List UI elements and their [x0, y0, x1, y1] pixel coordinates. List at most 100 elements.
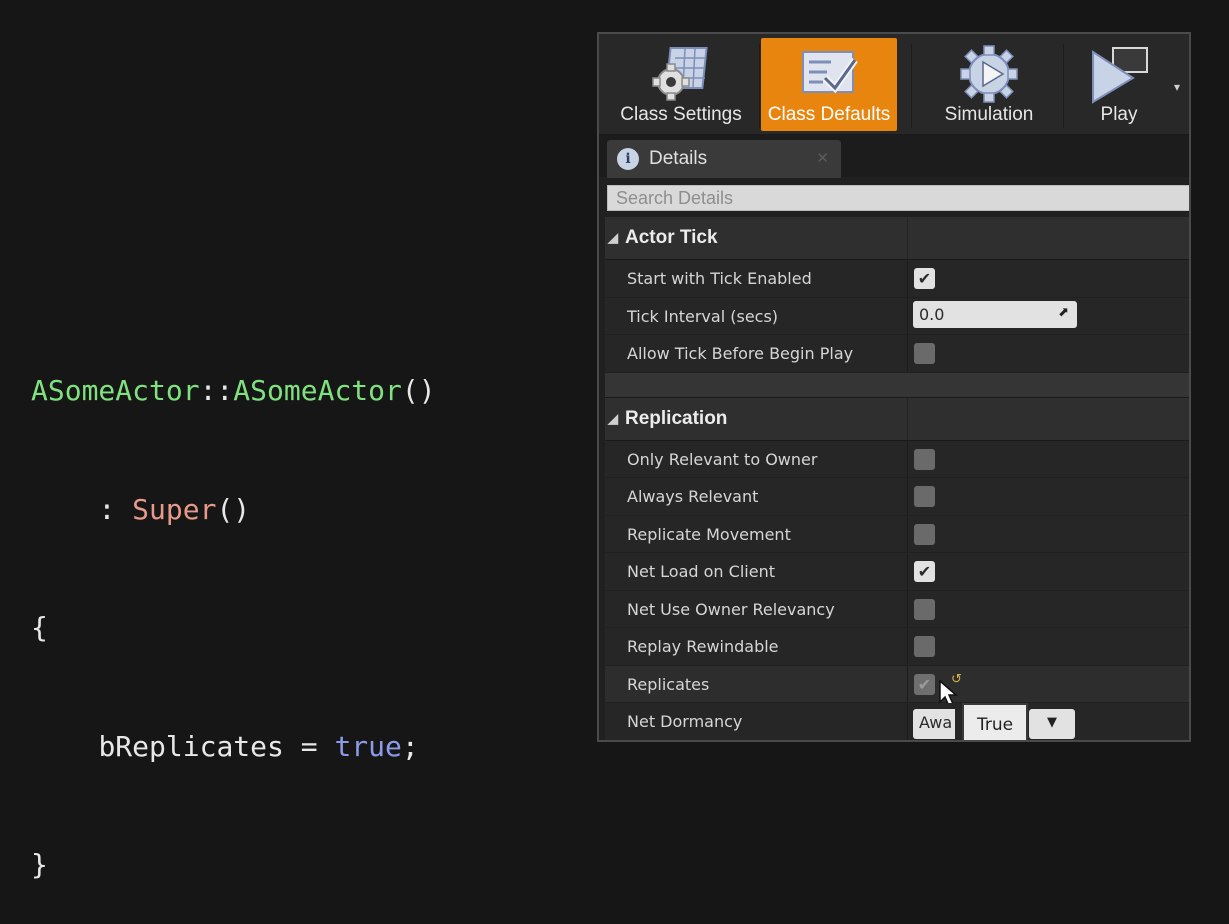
property-label: Net Use Owner Relevancy [627, 599, 835, 619]
play-label: Play [1100, 104, 1138, 125]
details-property-list: ◢ Actor Tick Start with Tick Enabled ✔ T… [605, 217, 1189, 740]
class-settings-label: Class Settings [620, 104, 742, 125]
allow-tick-before-begin-play-checkbox[interactable] [914, 343, 935, 364]
column-divider [907, 440, 908, 477]
property-row: Replicate Movement [605, 515, 1189, 553]
code-line-5: } [31, 848, 48, 881]
tick-interval-input[interactable]: 0.0 ⬈ [913, 300, 1077, 328]
code-parens: () [401, 374, 436, 407]
property-row: Replay Rewindable [605, 628, 1189, 666]
property-row: Only Relevant to Owner [605, 440, 1189, 478]
class-settings-button[interactable]: Class Settings [607, 38, 755, 131]
collapse-triangle-icon: ◢ [608, 410, 618, 426]
property-label: Net Load on Client [627, 562, 775, 581]
simulation-label: Simulation [944, 104, 1034, 125]
close-icon[interactable]: ✕ [816, 149, 829, 167]
replicates-checkbox[interactable]: ✔ [914, 673, 935, 695]
start-with-tick-enabled-checkbox[interactable]: ✔ [914, 268, 935, 289]
column-divider [907, 478, 908, 515]
property-row: Replicates ✔ ↺ [605, 665, 1189, 707]
property-row: Net Dormancy Awa ▼ True [605, 703, 1189, 740]
tab-details-label: Details [649, 148, 708, 169]
property-row: Net Use Owner Relevancy [605, 590, 1189, 628]
category-title: Actor Tick [625, 227, 718, 248]
category-actor-tick[interactable]: ◢ Actor Tick [605, 217, 1189, 260]
toolbar-separator [759, 44, 760, 128]
column-divider [907, 515, 908, 552]
play-options-dropdown-icon[interactable]: ▾ [1174, 80, 1180, 94]
class-defaults-icon [797, 44, 861, 110]
property-label: Net Dormancy [627, 712, 743, 731]
property-row: Start with Tick Enabled ✔ [605, 260, 1189, 298]
simulation-icon [957, 44, 1021, 110]
collapse-triangle-icon: ◢ [608, 230, 618, 245]
code-super: Super [132, 492, 217, 526]
toolbar: Class Settings Class Defaults Simulation… [599, 34, 1189, 135]
property-label: Replicates [627, 674, 710, 694]
code-line-4: bReplicates = true; [31, 727, 436, 767]
column-divider [907, 628, 908, 665]
always-relevant-checkbox[interactable] [914, 486, 935, 507]
column-divider [907, 297, 908, 334]
code-class-name: ASomeActor [31, 374, 200, 407]
drag-resize-icon: ⬈ [1058, 304, 1069, 320]
replay-rewindable-checkbox[interactable] [914, 636, 935, 657]
search-details-input[interactable]: Search Details [607, 185, 1189, 211]
code-parens: () [216, 492, 251, 526]
code-keyword-true: true [334, 729, 402, 763]
details-tab-bar: i Details ✕ [599, 135, 1189, 178]
property-label: Tick Interval (secs) [627, 306, 779, 326]
code-colon: : [98, 492, 133, 526]
column-divider [907, 335, 908, 372]
code-line-1: ASomeActor::ASomeActor() [31, 371, 436, 411]
class-settings-icon [649, 44, 713, 110]
property-row: Tick Interval (secs) 0.0 ⬈ [605, 297, 1189, 335]
tick-interval-value: 0.0 [919, 304, 945, 324]
code-snippet: ASomeActor::ASomeActor() : Super() { bRe… [31, 292, 436, 924]
net-dormancy-select[interactable]: Awa [913, 709, 955, 739]
property-label: Start with Tick Enabled [627, 269, 812, 288]
code-assignment: bReplicates = [98, 729, 335, 763]
column-divider [907, 590, 908, 627]
category-spacer [605, 372, 1189, 398]
column-divider [907, 397, 908, 440]
code-constructor-name: ASomeActor [233, 374, 402, 407]
category-replication[interactable]: ◢ Replication [605, 397, 1189, 441]
property-label: Always Relevant [627, 487, 759, 506]
column-divider [907, 217, 908, 259]
blueprint-editor-panel: Class Settings Class Defaults Simulation… [597, 32, 1191, 742]
code-line-3: { [31, 611, 48, 644]
property-row: Net Load on Client ✔ [605, 553, 1189, 591]
chevron-down-icon[interactable]: ▼ [1029, 709, 1075, 739]
play-icon [1087, 44, 1151, 110]
property-row: Allow Tick Before Begin Play [605, 335, 1189, 373]
property-label: Replay Rewindable [627, 637, 779, 656]
code-scope-operator: :: [199, 374, 234, 407]
column-divider [907, 260, 908, 297]
toolbar-separator [1063, 44, 1064, 128]
column-divider [907, 665, 908, 702]
class-defaults-label: Class Defaults [767, 104, 891, 125]
code-line-2: : Super() [31, 490, 436, 530]
toolbar-separator [911, 44, 912, 128]
net-load-on-client-checkbox[interactable]: ✔ [914, 561, 935, 582]
simulation-button[interactable]: Simulation [917, 38, 1061, 131]
tooltip: True [962, 703, 1028, 740]
net-use-owner-relevancy-checkbox[interactable] [914, 598, 935, 620]
property-label: Only Relevant to Owner [627, 449, 818, 469]
tab-details[interactable]: i Details ✕ [607, 140, 841, 178]
property-row: Always Relevant [605, 478, 1189, 516]
class-defaults-button[interactable]: Class Defaults [761, 38, 897, 131]
replicate-movement-checkbox[interactable] [914, 523, 935, 545]
only-relevant-to-owner-checkbox[interactable] [914, 448, 935, 470]
property-label: Replicate Movement [627, 524, 791, 544]
play-button[interactable]: Play [1069, 38, 1169, 131]
category-title: Replication [625, 407, 728, 429]
property-label: Allow Tick Before Begin Play [627, 344, 854, 363]
info-icon: i [617, 148, 639, 170]
column-divider [907, 703, 908, 740]
column-divider [907, 553, 908, 590]
code-semicolon: ; [401, 729, 419, 763]
